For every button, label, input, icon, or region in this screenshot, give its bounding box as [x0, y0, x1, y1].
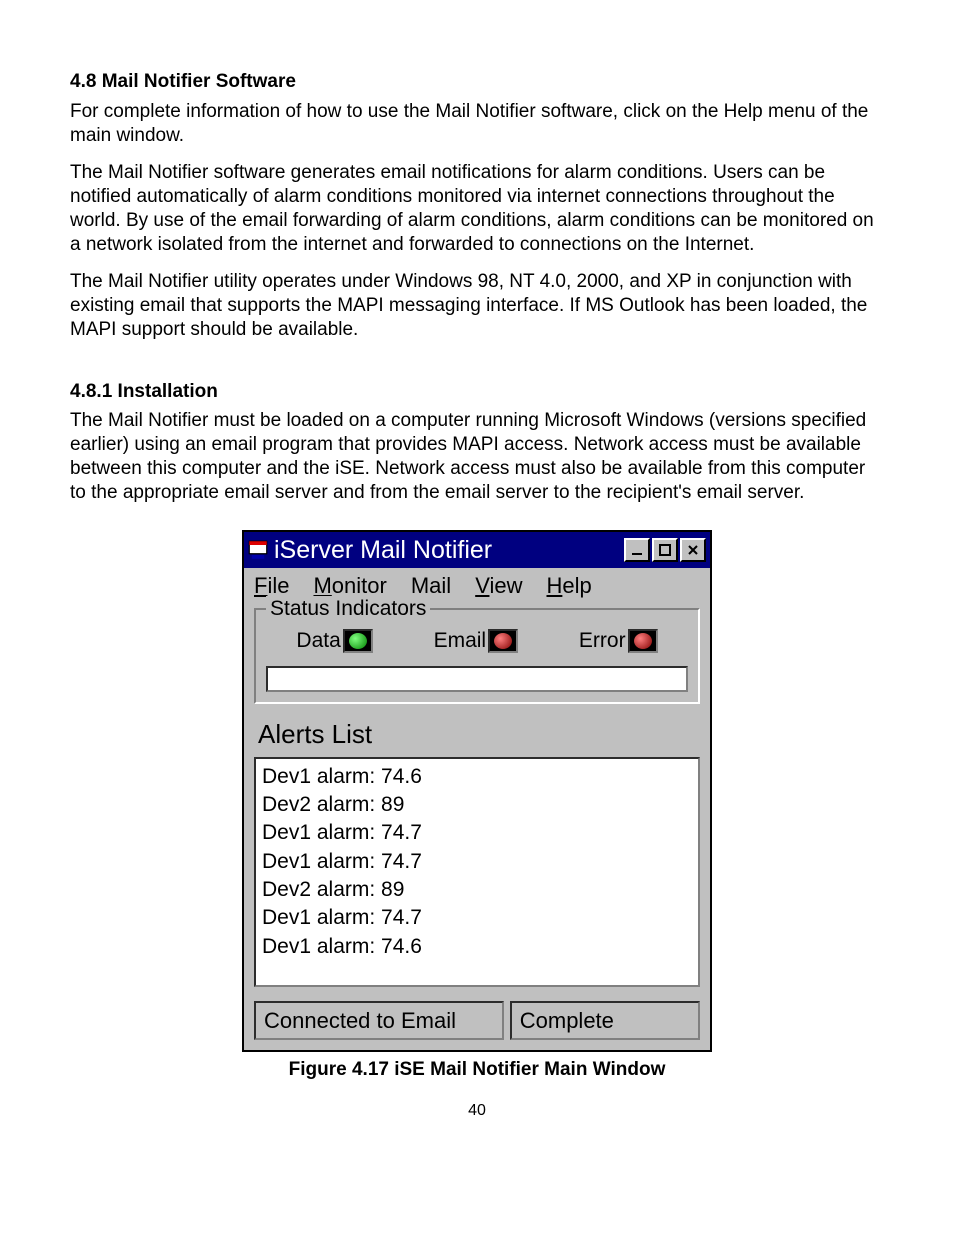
paragraph: For complete information of how to use t…	[70, 100, 884, 148]
list-item[interactable]: Dev1 alarm: 74.7	[262, 819, 692, 847]
titlebar: iServer Mail Notifier	[244, 532, 710, 568]
indicator-label: Error	[579, 628, 626, 654]
menu-view[interactable]: View	[475, 572, 522, 600]
menu-help[interactable]: Help	[546, 572, 591, 600]
minimize-button[interactable]	[624, 538, 650, 562]
list-item[interactable]: Dev1 alarm: 74.7	[262, 848, 692, 876]
section-heading: 4.8 Mail Notifier Software	[70, 70, 884, 94]
indicator-label: Email	[434, 628, 487, 654]
led-red-icon	[488, 629, 518, 653]
indicator-error: Error	[579, 628, 658, 654]
section-heading: 4.8.1 Installation	[70, 380, 884, 404]
status-indicators-group: Status Indicators Data Email Error	[254, 608, 700, 704]
paragraph: The Mail Notifier must be loaded on a co…	[70, 409, 884, 504]
status-progress: Complete	[510, 1001, 700, 1041]
page-number: 40	[70, 1101, 884, 1121]
figure-caption: Figure 4.17 iSE Mail Notifier Main Windo…	[70, 1058, 884, 1082]
alerts-list[interactable]: Dev1 alarm: 74.6Dev2 alarm: 89Dev1 alarm…	[254, 757, 700, 987]
list-item[interactable]: Dev1 alarm: 74.6	[262, 933, 692, 961]
paragraph: The Mail Notifier software generates ema…	[70, 161, 884, 256]
status-bar: Connected to Email Complete	[254, 1001, 700, 1041]
list-item[interactable]: Dev1 alarm: 74.7	[262, 904, 692, 932]
list-item[interactable]: Dev2 alarm: 89	[262, 876, 692, 904]
alerts-heading: Alerts List	[244, 712, 710, 757]
indicator-email: Email	[434, 628, 519, 654]
window-title: iServer Mail Notifier	[274, 535, 624, 566]
group-label: Status Indicators	[266, 596, 430, 622]
indicator-label: Data	[296, 628, 340, 654]
status-text-field	[266, 666, 688, 692]
maximize-button[interactable]	[652, 538, 678, 562]
led-red-icon	[628, 629, 658, 653]
indicator-data: Data	[296, 628, 372, 654]
close-button[interactable]	[680, 538, 706, 562]
led-green-icon	[343, 629, 373, 653]
paragraph: The Mail Notifier utility operates under…	[70, 270, 884, 341]
app-icon	[248, 540, 268, 560]
app-window: iServer Mail Notifier File Monitor Mail …	[242, 530, 712, 1052]
list-item[interactable]: Dev2 alarm: 89	[262, 791, 692, 819]
list-item[interactable]: Dev1 alarm: 74.6	[262, 763, 692, 791]
status-connection: Connected to Email	[254, 1001, 504, 1041]
figure: iServer Mail Notifier File Monitor Mail …	[70, 530, 884, 1052]
